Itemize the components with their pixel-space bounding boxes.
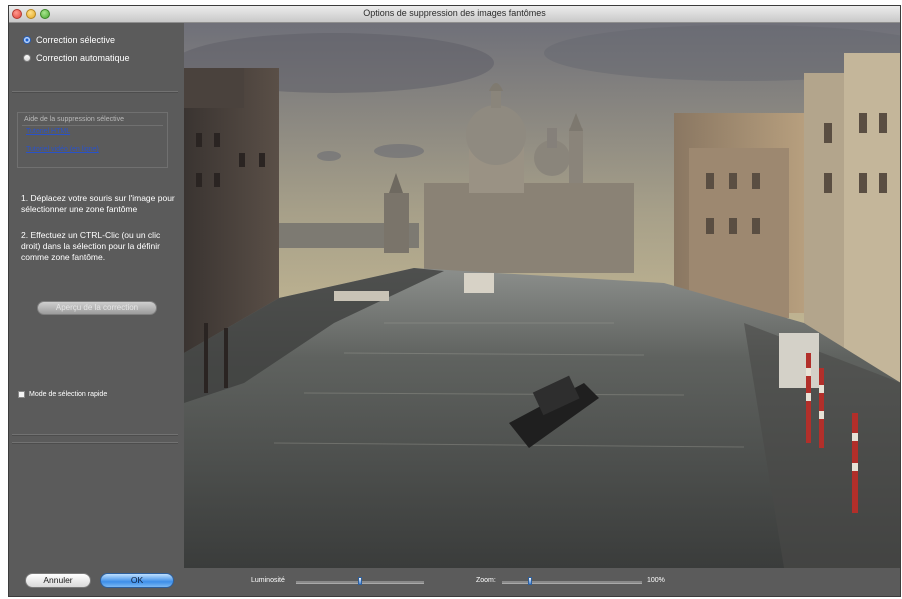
quick-select-option[interactable]: Mode de sélection rapide — [18, 391, 107, 398]
cancel-button[interactable]: Annuler — [25, 573, 91, 588]
instruction-step-1: 1. Déplacez votre souris sur l'image pou… — [21, 193, 175, 214]
zoom-slider-thumb[interactable] — [528, 577, 532, 585]
radio-selected-icon[interactable] — [23, 36, 31, 44]
bottom-controls: Luminosité Zoom: 100% — [184, 568, 900, 596]
html-tutorial-link[interactable]: Tutoriel HTML — [26, 128, 70, 135]
zoom-value: 100% — [647, 577, 665, 584]
mode-selective-option[interactable]: Correction sélective — [23, 35, 115, 45]
preview-image[interactable] — [184, 23, 900, 568]
mode-automatic-option[interactable]: Correction automatique — [23, 53, 130, 63]
preview-correction-button[interactable]: Aperçu de la correction — [37, 301, 157, 315]
venice-canal-photo — [184, 23, 900, 568]
help-panel: Aide de la suppression sélective Tutorie… — [17, 112, 168, 168]
zoom-label: Zoom: — [476, 577, 496, 584]
quick-select-label: Mode de sélection rapide — [29, 391, 108, 398]
zoom-slider[interactable] — [502, 581, 642, 584]
options-sidebar: Correction sélective Correction automati… — [9, 23, 184, 596]
divider — [12, 442, 178, 444]
title-bar: Options de suppression des images fantôm… — [9, 6, 900, 23]
mode-automatic-label: Correction automatique — [36, 53, 130, 63]
divider — [12, 91, 178, 93]
quick-select-checkbox[interactable] — [18, 391, 25, 398]
brightness-label: Luminosité — [251, 577, 285, 584]
window-title: Options de suppression des images fantôm… — [363, 8, 546, 18]
divider — [12, 434, 178, 436]
brightness-slider-thumb[interactable] — [358, 577, 362, 585]
radio-unselected-icon[interactable] — [23, 54, 31, 62]
help-divider — [22, 125, 163, 126]
help-title: Aide de la suppression sélective — [24, 116, 125, 123]
ok-button[interactable]: OK — [100, 573, 174, 588]
mode-selective-label: Correction sélective — [36, 35, 116, 45]
instruction-step-2: 2. Effectuez un CTRL-Clic (ou un clic dr… — [21, 230, 161, 262]
video-tutorial-link[interactable]: Tutoriel vidéo (en ligne) — [26, 146, 99, 153]
ghost-removal-dialog: Options de suppression des images fantôm… — [8, 5, 901, 597]
